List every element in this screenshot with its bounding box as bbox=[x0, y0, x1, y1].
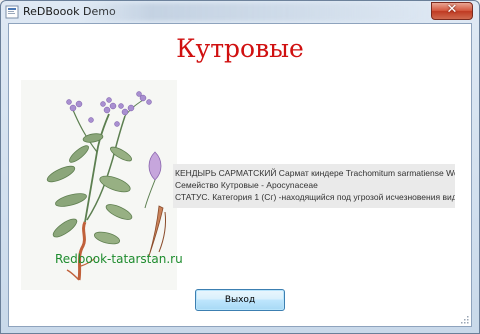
close-button[interactable]: ✕ bbox=[431, 2, 473, 20]
app-window: ReDBoook Demo ✕ Кутровые Redbook-tatarst… bbox=[0, 0, 480, 334]
image-watermark: Redbook-tatarstan.ru bbox=[55, 252, 183, 266]
content-area: Кутровые Redbook-tatarstan.ru КЕНДЫРЬ СА… bbox=[8, 23, 472, 327]
exit-button[interactable]: Выход bbox=[195, 289, 285, 311]
species-name: КЕНДЫРЬ САРМАТСКИЙ Сармат киндере Tracho… bbox=[175, 168, 455, 178]
title-bar[interactable]: ReDBoook Demo ✕ bbox=[1, 1, 479, 23]
species-status: СТАТУС. Категория 1 (Сг) -находящийся по… bbox=[175, 192, 455, 202]
title-bar-background bbox=[81, 3, 441, 21]
species-family: Семейство Кутровые - Apocynaceae bbox=[175, 180, 318, 190]
app-icon bbox=[5, 5, 19, 19]
page-title: Кутровые bbox=[176, 34, 304, 63]
resize-grip-icon[interactable] bbox=[459, 314, 469, 324]
close-icon: ✕ bbox=[446, 2, 458, 17]
species-info-panel: КЕНДЫРЬ САРМАТСКИЙ Сармат киндере Tracho… bbox=[173, 164, 455, 208]
